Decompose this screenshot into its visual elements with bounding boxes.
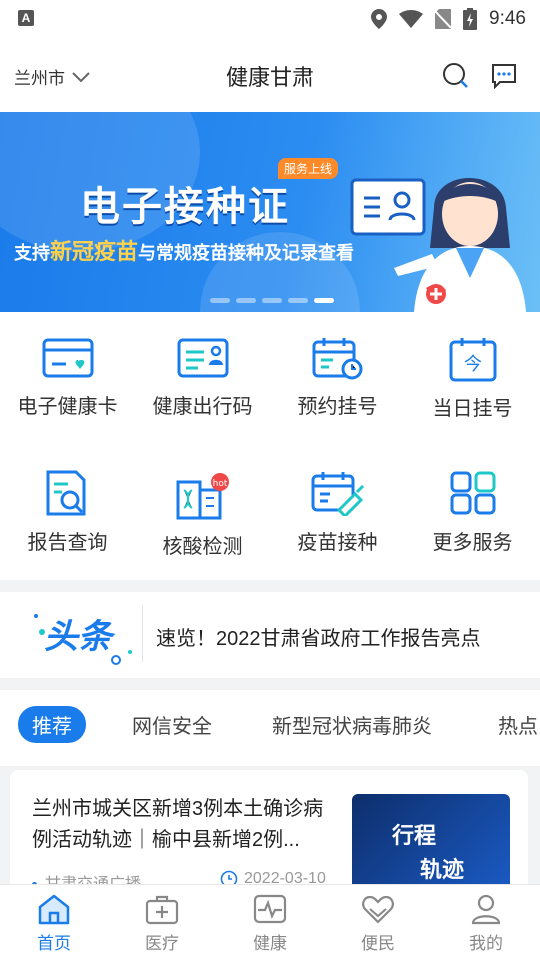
headline-logo: 头条 — [34, 614, 132, 665]
accessibility-icon: A — [18, 10, 34, 26]
banner-subtitle-prefix: 支持 — [14, 243, 50, 263]
service-appointment[interactable]: 预约挂号 — [270, 312, 405, 432]
tab-covid[interactable]: 新型冠状病毒肺炎 — [272, 710, 432, 739]
carousel-dot[interactable] — [288, 298, 308, 303]
banner-subtitle-suffix: 与常规疫苗接种及记录查看 — [138, 243, 355, 263]
service-label: 健康出行码 — [152, 396, 253, 418]
medical-kit-icon — [145, 895, 179, 925]
thumb-line1: 行程 — [392, 823, 437, 848]
service-label: 预约挂号 — [297, 396, 378, 418]
heart-hands-icon — [362, 895, 394, 924]
nav-label: 健康 — [253, 934, 287, 953]
battery-charging-icon — [463, 8, 478, 30]
headline-banner[interactable]: 头条 速览！2022甘肃省政府工作报告亮点 — [0, 592, 540, 678]
carousel-indicator — [210, 298, 334, 303]
no-sim-icon — [435, 9, 452, 29]
nav-health[interactable]: 健康 — [216, 893, 324, 954]
nav-medical[interactable]: 医疗 — [108, 893, 216, 954]
travel-code-icon — [177, 338, 228, 378]
user-icon — [471, 894, 501, 925]
thumb-line2: 轨迹 — [420, 857, 465, 882]
search-icon[interactable] — [442, 62, 470, 90]
report-search-icon — [46, 470, 85, 516]
news-feed: 兰州市城关区新增3例本土确诊病例活动轨迹｜榆中县新增2例... 甘肃交通广播 2… — [0, 766, 540, 900]
message-icon[interactable] — [490, 62, 518, 90]
doctor-illustration — [394, 178, 526, 312]
service-label: 电子健康卡 — [17, 396, 118, 418]
nav-home[interactable]: 首页 — [0, 893, 108, 954]
banner-subtitle: 支持新冠疫苗与常规疫苗接种及记录查看 — [14, 234, 354, 266]
headline-text: 速览！2022甘肃省政府工作报告亮点 — [156, 628, 481, 650]
more-services-icon — [450, 471, 495, 515]
carousel-dot-active[interactable] — [314, 298, 334, 303]
service-grid: 电子健康卡 健康出行码 预约挂号 今 当日挂号 报告查询 hot 核酸检测 疫苗… — [0, 312, 540, 580]
news-title: 兰州市城关区新增3例本土确诊病例活动轨迹｜榆中县新增2例... — [32, 798, 324, 851]
home-icon — [38, 894, 70, 925]
nav-label: 便民 — [361, 934, 395, 953]
nav-label: 首页 — [37, 934, 71, 953]
service-more[interactable]: 更多服务 — [405, 446, 540, 566]
banner-title: 电子接种证 — [80, 185, 290, 229]
appointment-icon — [312, 338, 362, 380]
nav-label: 我的 — [469, 934, 503, 953]
service-label: 更多服务 — [432, 532, 513, 554]
tab-cyber-security[interactable]: 网信安全 — [132, 710, 212, 739]
bottom-navigation: 首页 医疗 健康 便民 我的 — [0, 884, 540, 961]
svg-text:今: 今 — [464, 354, 482, 375]
wifi-icon — [399, 10, 424, 28]
service-label: 报告查询 — [27, 532, 108, 554]
carousel-dot[interactable] — [210, 298, 230, 303]
location-icon — [371, 9, 388, 29]
nucleic-test-icon: hot — [176, 473, 229, 520]
service-nucleic-test[interactable]: hot 核酸检测 — [135, 446, 270, 566]
svg-text:hot: hot — [212, 479, 227, 489]
service-label: 疫苗接种 — [297, 532, 378, 554]
status-bar: A 9:46 — [0, 0, 540, 38]
tab-hot[interactable]: 热点 — [498, 710, 538, 739]
tab-recommend[interactable]: 推荐 — [18, 706, 86, 743]
promo-banner[interactable]: 服务上线 电子接种证 支持新冠疫苗与常规疫苗接种及记录查看 — [0, 112, 540, 312]
category-tabs: 推荐 网信安全 新型冠状病毒肺炎 热点 — [0, 690, 540, 766]
headline-divider — [142, 606, 143, 662]
same-day-register-icon: 今 — [449, 338, 496, 382]
service-report-search[interactable]: 报告查询 — [0, 446, 135, 566]
carousel-dot[interactable] — [236, 298, 256, 303]
svg-text:头条: 头条 — [44, 617, 116, 657]
heartbeat-icon — [253, 894, 287, 924]
service-health-card[interactable]: 电子健康卡 — [0, 312, 135, 432]
service-label: 当日挂号 — [432, 398, 513, 420]
health-card-icon — [42, 338, 93, 378]
nav-mine[interactable]: 我的 — [432, 893, 540, 954]
nav-convenience[interactable]: 便民 — [324, 893, 432, 954]
news-card[interactable]: 兰州市城关区新增3例本土确诊病例活动轨迹｜榆中县新增2例... 甘肃交通广播 2… — [10, 770, 528, 900]
service-label: 核酸检测 — [162, 536, 243, 558]
app-header: 兰州市 健康甘肃 — [0, 38, 540, 112]
clock-time: 9:46 — [489, 8, 526, 29]
service-travel-code[interactable]: 健康出行码 — [135, 312, 270, 432]
service-vaccine[interactable]: 疫苗接种 — [270, 446, 405, 566]
carousel-dot[interactable] — [262, 298, 282, 303]
banner-subtitle-highlight: 新冠疫苗 — [50, 239, 139, 264]
nav-label: 医疗 — [145, 934, 179, 953]
vaccine-icon — [311, 472, 364, 516]
service-same-day[interactable]: 今 当日挂号 — [405, 312, 540, 432]
